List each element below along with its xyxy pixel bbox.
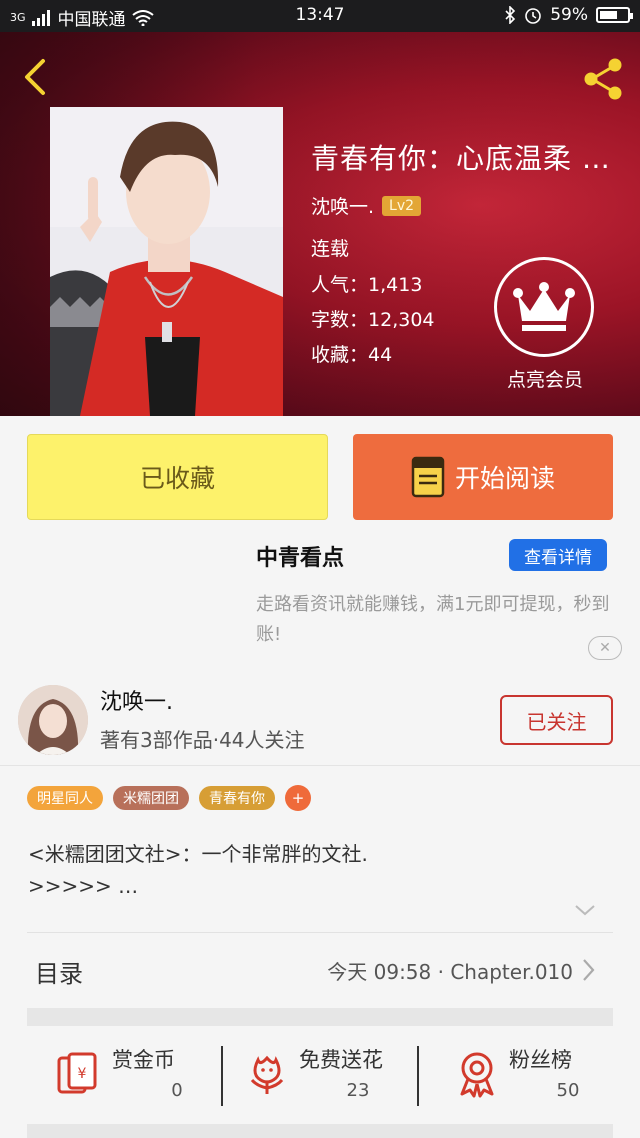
popularity-label: 人气： <box>311 274 369 296</box>
book-description: <米糯团团文社>：一个非常胖的文社. >>>>> … <box>28 838 608 902</box>
ad-description: 走路看资讯就能赚钱，满1元即可提现，秒到账! <box>256 594 610 645</box>
divider <box>27 932 613 933</box>
catalog-row[interactable]: 目录 今天 09:58 · Chapter.010 <box>27 942 613 1000</box>
red-envelope-icon: ¥ <box>57 1052 97 1094</box>
words-label: 字数： <box>311 309 369 331</box>
book-header: 青春有你：心底温柔 … 沈唤一. Lv2 连载 人气：1,413 字数：12,3… <box>0 32 640 416</box>
description-line: >>>>> … <box>28 874 139 898</box>
collected-button[interactable]: 已收藏 <box>27 434 328 520</box>
reward-separator <box>221 1046 223 1106</box>
book-status: 连载 <box>311 238 350 260</box>
favorites-label: 收藏： <box>311 344 369 366</box>
book-icon <box>411 456 445 498</box>
reward-coins-label: 赏金币 <box>112 1048 175 1072</box>
vip-button[interactable] <box>494 257 594 357</box>
add-tag-button[interactable]: + <box>285 785 311 811</box>
status-bar: 3G 中国联通 13:47 59% <box>0 0 640 32</box>
flower-icon <box>250 1055 284 1094</box>
rewards-bar: ¥ 赏金币 0 免费送花 23 粉丝榜 50 <box>27 1030 613 1120</box>
share-button[interactable] <box>578 54 628 104</box>
catalog-latest-update: 今天 09:58 · Chapter.010 <box>327 960 573 984</box>
reward-fans-label: 粉丝榜 <box>509 1048 572 1072</box>
favorites-stat: 收藏：44 <box>311 340 392 367</box>
popularity-stat: 人气：1,413 <box>311 270 422 297</box>
tag-list: 明星同人 米糯团团 青春有你 + <box>27 785 311 811</box>
reward-separator <box>417 1046 419 1106</box>
start-reading-label: 开始阅读 <box>454 464 555 493</box>
word-count-stat: 字数：12,304 <box>311 305 435 332</box>
follow-button[interactable]: 已关注 <box>500 695 613 745</box>
ad-banner[interactable]: 中青看点 查看详情 走路看资讯就能赚钱，满1元即可提现，秒到账! ✕ <box>0 530 640 670</box>
reward-flower-value: 23 <box>346 1080 370 1101</box>
author-row[interactable]: 沈唤一. 著有3部作品·44人关注 已关注 <box>0 680 640 766</box>
reward-fans-value: 50 <box>556 1080 580 1101</box>
battery-icon <box>596 7 633 23</box>
share-icon <box>584 58 622 100</box>
medal-icon <box>460 1052 494 1098</box>
catalog-label: 目录 <box>35 960 83 988</box>
section-spacer <box>27 1124 613 1138</box>
close-icon: ✕ <box>599 640 611 656</box>
ad-close-button[interactable]: ✕ <box>588 636 622 660</box>
bluetooth-icon <box>505 6 516 24</box>
alarm-icon <box>525 8 542 24</box>
book-author[interactable]: 沈唤一. <box>311 192 374 219</box>
section-spacer <box>27 1008 613 1026</box>
reward-coins-value: 0 <box>171 1080 183 1101</box>
chevron-down-icon <box>575 905 595 916</box>
ad-detail-button[interactable]: 查看详情 <box>509 539 607 571</box>
author-subtitle: 著有3部作品·44人关注 <box>100 728 305 752</box>
back-button[interactable] <box>14 54 56 100</box>
avatar[interactable] <box>18 685 88 755</box>
book-title: 青春有你：心底温柔 … <box>311 142 611 175</box>
tag-chip[interactable]: 青春有你 <box>199 786 275 810</box>
tag-chip[interactable]: 米糯团团 <box>113 786 189 810</box>
description-line: <米糯团团文社>：一个非常胖的文社. <box>28 842 368 866</box>
chevron-right-icon <box>583 959 595 981</box>
start-reading-button[interactable]: 开始阅读 <box>353 434 613 520</box>
author-name[interactable]: 沈唤一. <box>100 684 173 716</box>
vip-label[interactable]: 点亮会员 <box>480 365 610 392</box>
expand-description-button[interactable] <box>574 902 596 921</box>
battery-percent: 59% <box>550 5 588 25</box>
ad-title: 中青看点 <box>256 546 345 571</box>
book-author-line: 沈唤一. Lv2 <box>311 192 422 219</box>
reward-flower-label: 免费送花 <box>299 1048 383 1072</box>
favorites-value: 44 <box>368 344 393 366</box>
words-value: 12,304 <box>368 309 435 331</box>
level-badge: Lv2 <box>382 195 422 216</box>
tag-chip[interactable]: 明星同人 <box>27 786 103 810</box>
chevron-left-icon <box>25 59 45 95</box>
svg-text:¥: ¥ <box>78 1066 87 1082</box>
book-cover-image[interactable] <box>50 107 283 416</box>
crown-icon <box>513 282 575 331</box>
popularity-value: 1,413 <box>368 274 423 296</box>
